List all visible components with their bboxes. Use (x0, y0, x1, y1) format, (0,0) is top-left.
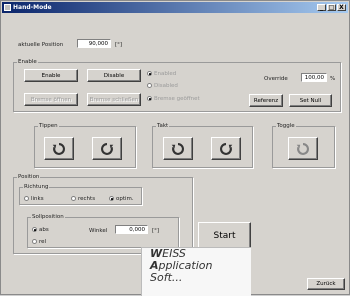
winkel-label: Winkel (89, 228, 108, 234)
radio-rel-dot (32, 239, 37, 244)
window-title: Hand-Mode (13, 4, 52, 11)
radio-links-label: links (31, 196, 44, 202)
enable-button[interactable]: Enable (24, 69, 78, 82)
winkel-field[interactable]: 0,000 (115, 225, 148, 234)
toggle-button[interactable] (288, 137, 318, 160)
radio-abs[interactable]: abs (32, 227, 49, 233)
close-button[interactable]: X (337, 4, 346, 11)
rotate-ccw-icon (171, 142, 184, 155)
app-icon (4, 4, 11, 11)
radio-enabled-label: Enabled (154, 71, 177, 77)
toggle-group-label: Toggle (276, 123, 296, 129)
radio-optim-label: optim. (116, 196, 134, 202)
brake-open-button[interactable]: Bremse öffnen (24, 93, 78, 106)
toggle-rotate-icon (296, 142, 309, 155)
hand-mode-window: Hand-Mode _ □ X aktuelle Position 90,000… (0, 0, 350, 296)
rotate-cw-icon (220, 142, 233, 155)
sollposition-group-label: Sollposition (31, 214, 65, 220)
radio-disabled-dot (147, 83, 152, 88)
takt-left-button[interactable] (163, 137, 193, 160)
enable-group-label: Enable (17, 59, 38, 65)
takt-right-button[interactable] (211, 137, 241, 160)
minimize-button[interactable]: _ (317, 4, 326, 11)
rotate-cw-icon (101, 142, 114, 155)
radio-abs-label: abs (39, 227, 49, 233)
position-field: 90,000 (77, 39, 111, 48)
radio-brake-label: Bremse geöffnet (154, 96, 200, 102)
brake-close-button[interactable]: Bremse schließen (87, 93, 141, 106)
takt-group-label: Takt (156, 123, 170, 129)
richtung-group-label: Richtung (23, 184, 50, 190)
position-unit: [°] (115, 42, 123, 48)
tippen-left-button[interactable] (44, 137, 74, 160)
referenz-button[interactable]: Referenz (249, 94, 283, 107)
winkel-unit: [°] (152, 228, 160, 234)
title-bar: Hand-Mode _ □ X (2, 2, 348, 13)
disable-button[interactable]: Disable (87, 69, 141, 82)
radio-disabled[interactable]: Disabled (147, 83, 178, 89)
radio-rechts[interactable]: rechts (71, 196, 95, 202)
radio-abs-dot (32, 227, 37, 232)
set-null-button[interactable]: Set Null (289, 94, 332, 107)
radio-rechts-dot (71, 196, 76, 201)
radio-optim-dot (109, 196, 114, 201)
start-button[interactable]: Start (198, 222, 251, 249)
radio-links-dot (24, 196, 29, 201)
radio-rechts-label: rechts (78, 196, 96, 202)
radio-disabled-label: Disabled (154, 83, 178, 89)
radio-links[interactable]: links (24, 196, 44, 202)
tippen-right-button[interactable] (92, 137, 122, 160)
position-group-label: Position (17, 174, 41, 180)
tippen-group-label: Tippen (38, 123, 59, 129)
back-button[interactable]: Zurück (307, 278, 345, 290)
radio-brake[interactable]: Bremse geöffnet (147, 96, 200, 102)
maximize-button[interactable]: □ (327, 4, 336, 11)
radio-optim[interactable]: optim. (109, 196, 134, 202)
logo-line-3: Soft... (150, 271, 183, 284)
radio-enabled[interactable]: Enabled (147, 71, 176, 77)
weiss-logo-overlay: WEISS Application Soft... (141, 247, 251, 296)
radio-enabled-dot (147, 71, 152, 76)
radio-rel[interactable]: rel (32, 239, 46, 245)
radio-rel-label: rel (39, 239, 47, 245)
override-label: Override (264, 76, 288, 82)
override-unit: % (330, 76, 336, 82)
override-field[interactable]: 100,00 (301, 73, 327, 82)
radio-brake-dot (147, 96, 152, 101)
rotate-ccw-icon (52, 142, 65, 155)
position-label: aktuelle Position (18, 42, 64, 48)
